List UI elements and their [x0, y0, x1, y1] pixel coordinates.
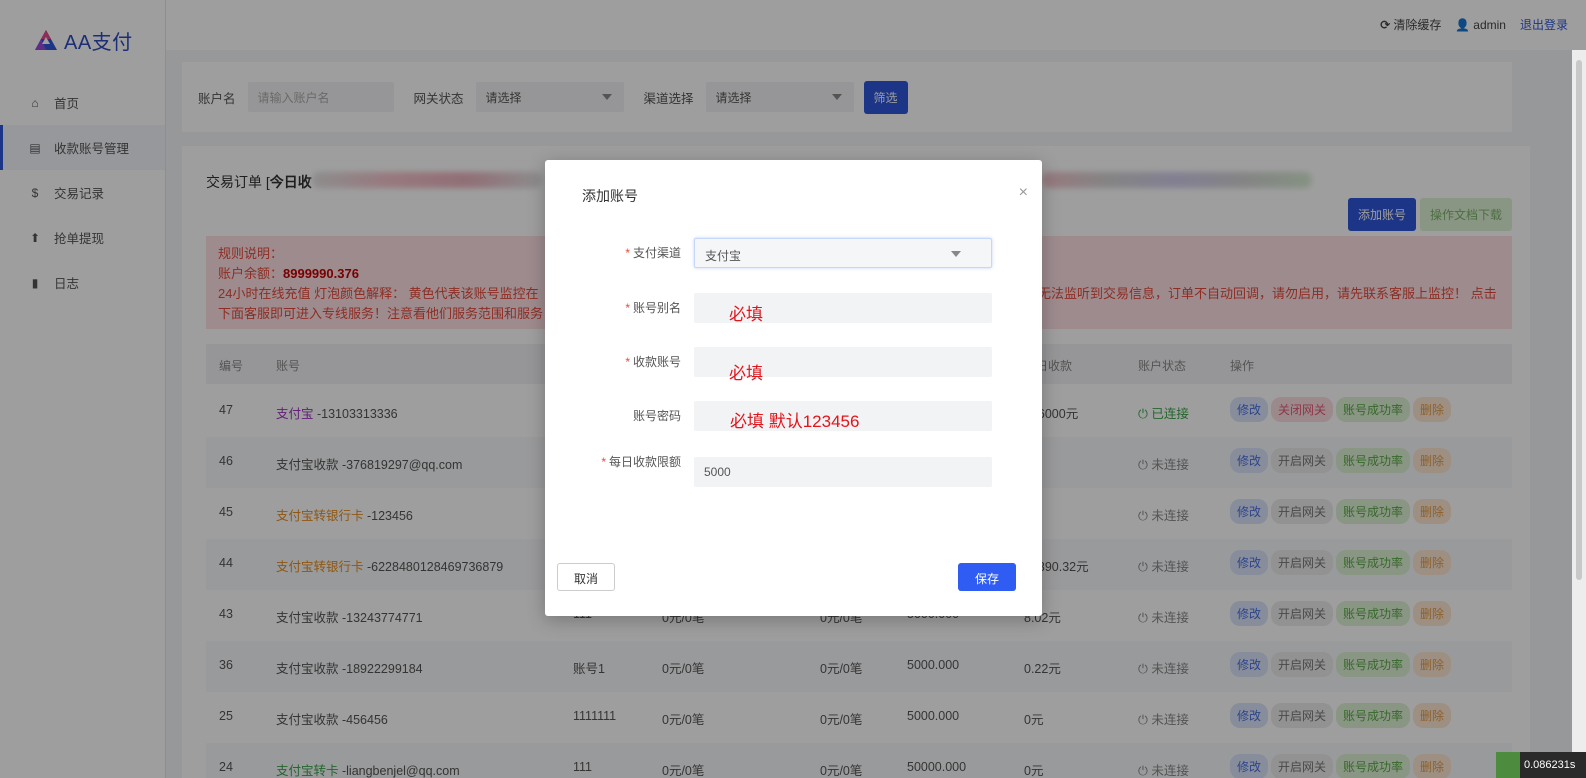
field-input-4[interactable]: 5000: [694, 457, 992, 487]
field-label: * 每日收款限额: [555, 455, 681, 470]
field-hint: 必填 默认123456: [730, 412, 860, 431]
field-label: * 收款账号: [555, 355, 681, 370]
leaf-icon: [1496, 752, 1520, 778]
modal-title: 添加账号: [582, 188, 638, 204]
cancel-button[interactable]: 取消: [557, 563, 615, 591]
field-label: * 支付渠道: [555, 246, 681, 261]
field-value: 支付宝: [705, 249, 742, 263]
field-label: * 账号别名: [555, 301, 681, 316]
required-marker: *: [625, 246, 630, 260]
save-button[interactable]: 保存: [958, 563, 1016, 591]
required-marker: *: [625, 355, 630, 369]
required-marker: *: [601, 455, 606, 469]
field-value: 5000: [704, 465, 731, 479]
field-label-text: 账号密码: [632, 409, 681, 423]
field-label-text: 支付渠道: [632, 246, 681, 260]
field-hint: 必填: [729, 305, 763, 324]
timing-badge: 0.086231s: [1496, 752, 1586, 778]
add-account-modal: 添加账号 × * 支付渠道 支付宝 * 账号别名 必填 * 收款账号 必填 账号密码 必填 默认12…: [545, 160, 1042, 616]
field-label-text: 每日收款限额: [608, 455, 681, 469]
field-hint: 必填: [729, 364, 763, 383]
field-label-text: 收款账号: [632, 355, 681, 369]
field-label-text: 账号别名: [632, 301, 681, 315]
payment-channel-select[interactable]: 支付宝: [694, 238, 992, 268]
scrollbar-thumb[interactable]: [1576, 60, 1582, 580]
required-marker: *: [625, 301, 630, 315]
field-label: 账号密码: [555, 409, 681, 424]
page-scrollbar[interactable]: [1572, 50, 1586, 778]
chevron-down-icon: [951, 251, 961, 257]
close-icon[interactable]: ×: [1019, 184, 1028, 202]
timing-value: 0.086231s: [1524, 759, 1576, 771]
